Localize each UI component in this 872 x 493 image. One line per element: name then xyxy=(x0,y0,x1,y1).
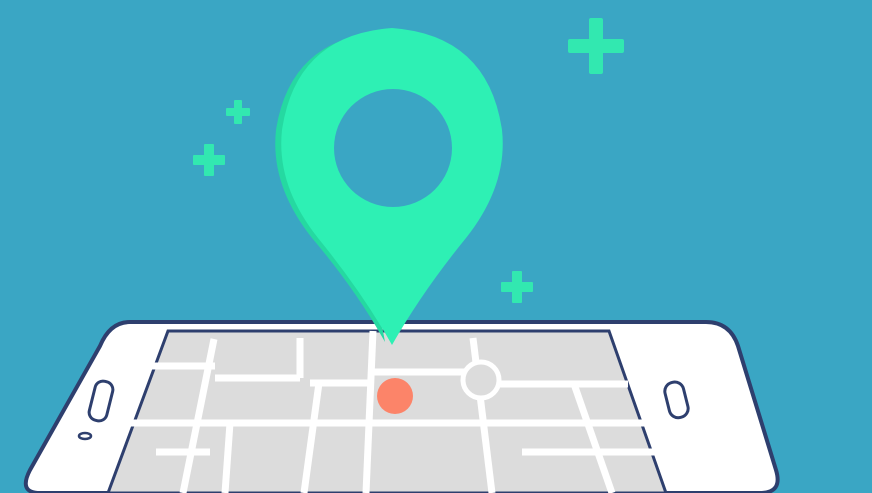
location-dot-icon xyxy=(377,378,413,414)
camera-dot-icon xyxy=(77,431,93,441)
map-pin-hole xyxy=(334,89,452,207)
location-illustration xyxy=(0,0,872,493)
roundabout-ring-icon xyxy=(460,359,502,401)
illustration-canvas xyxy=(0,0,872,493)
